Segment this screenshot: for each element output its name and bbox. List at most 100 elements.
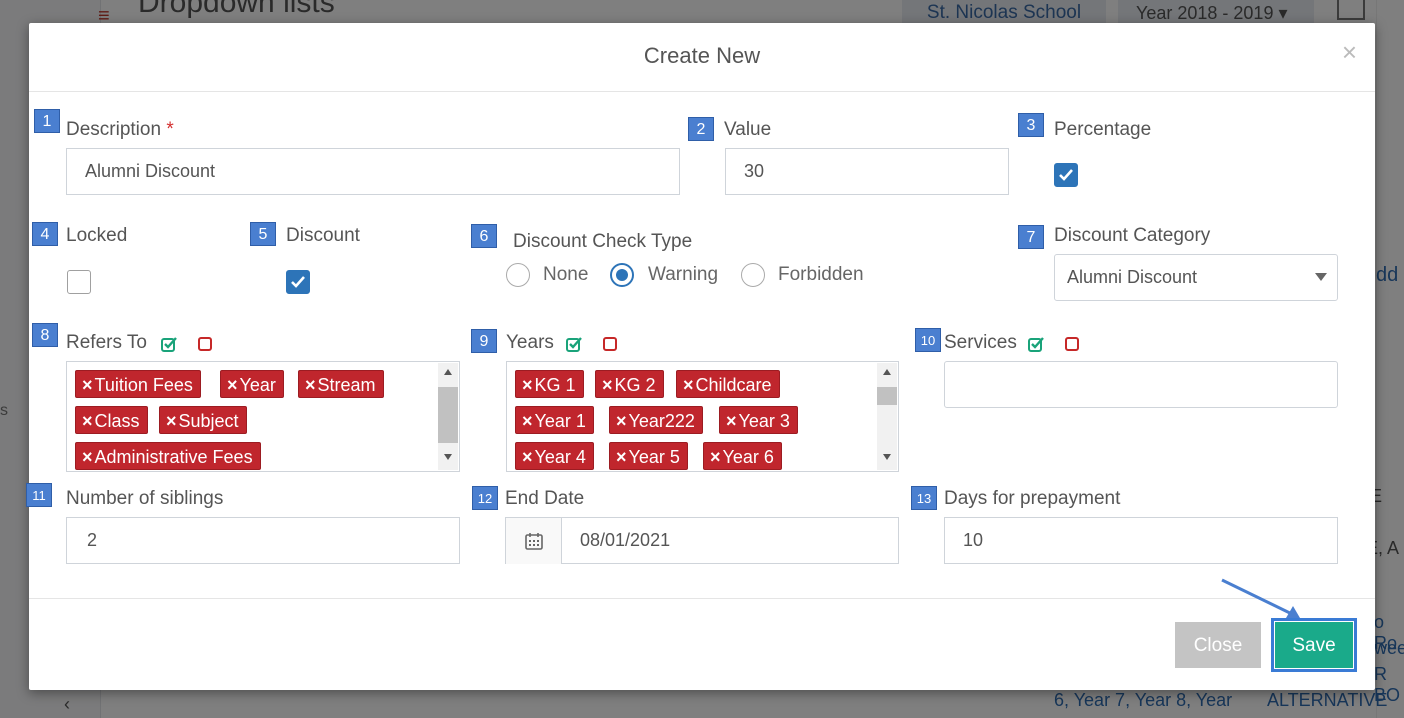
tag-year222[interactable]: × Year222 <box>609 406 703 434</box>
close-button[interactable]: Close <box>1175 622 1261 668</box>
discount-category-value: Alumni Discount <box>1067 267 1198 287</box>
calendar-button[interactable] <box>506 518 562 564</box>
scroll-up-icon[interactable] <box>883 369 891 375</box>
number-of-siblings-value: 2 <box>87 530 98 550</box>
modal-title: Create New <box>643 43 761 68</box>
locked-checkbox[interactable] <box>67 270 91 294</box>
step-badge-9: 9 <box>471 329 497 353</box>
remove-tag-icon[interactable]: × <box>227 375 238 395</box>
remove-tag-icon[interactable]: × <box>616 447 627 467</box>
tag-childcare[interactable]: × Childcare <box>676 370 780 398</box>
days-for-prepayment-value: 10 <box>963 530 984 550</box>
remove-tag-icon[interactable]: × <box>522 447 533 467</box>
description-value: Alumni Discount <box>85 161 216 181</box>
tag-kg-1[interactable]: × KG 1 <box>515 370 584 398</box>
tag-tuition-fees[interactable]: × Tuition Fees <box>75 370 201 398</box>
tag-stream[interactable]: × Stream <box>298 370 384 398</box>
radio-none[interactable] <box>506 263 530 287</box>
tag-administrative-fees[interactable]: × Administrative Fees <box>75 442 261 470</box>
tag-label: Stream <box>317 375 376 395</box>
tag-subject[interactable]: × Subject <box>159 406 247 434</box>
step-badge-3: 3 <box>1018 113 1044 137</box>
remove-tag-icon[interactable]: × <box>726 411 737 431</box>
days-for-prepayment-label: Days for prepayment <box>944 488 1121 509</box>
remove-tag-icon[interactable]: × <box>616 411 627 431</box>
step-badge-5: 5 <box>250 222 276 246</box>
radio-forbidden-label: Forbidden <box>778 264 864 285</box>
remove-tag-icon[interactable]: × <box>82 447 93 467</box>
step-badge-6: 6 <box>471 224 497 248</box>
remove-tag-icon[interactable]: × <box>522 411 533 431</box>
radio-warning[interactable] <box>610 263 634 287</box>
refers-to-scrollbar[interactable] <box>438 363 458 470</box>
tag-label: Year 1 <box>534 411 586 431</box>
remove-tag-icon[interactable]: × <box>602 375 613 395</box>
discount-category-label: Discount Category <box>1054 225 1211 246</box>
step-badge-1: 1 <box>34 109 60 133</box>
close-icon[interactable]: × <box>1342 39 1357 65</box>
tag-label: Year <box>239 375 276 395</box>
tag-year[interactable]: × Year <box>220 370 284 398</box>
days-for-prepayment-input[interactable]: 10 <box>944 517 1338 564</box>
scrollbar-thumb[interactable] <box>877 387 897 405</box>
services-multiselect[interactable] <box>944 361 1338 408</box>
remove-tag-icon[interactable]: × <box>82 375 93 395</box>
tag-year-4[interactable]: × Year 4 <box>515 442 594 470</box>
services-label: Services <box>944 332 1017 353</box>
remove-tag-icon[interactable]: × <box>710 447 721 467</box>
percentage-checkbox[interactable] <box>1054 163 1078 187</box>
select-all-icon[interactable] <box>1028 336 1044 352</box>
years-label: Years <box>506 332 554 353</box>
scrollbar-thumb[interactable] <box>438 387 458 443</box>
scroll-down-icon[interactable] <box>444 454 452 460</box>
select-all-icon[interactable] <box>566 336 582 352</box>
tag-label: Year 3 <box>738 411 790 431</box>
tag-year-5[interactable]: × Year 5 <box>609 442 688 470</box>
tag-year-3[interactable]: × Year 3 <box>719 406 798 434</box>
scroll-up-icon[interactable] <box>444 369 452 375</box>
clear-all-icon[interactable] <box>1065 337 1079 351</box>
refers-to-label: Refers To <box>66 332 147 353</box>
step-badge-10: 10 <box>915 328 941 352</box>
checkmark-icon <box>291 276 305 288</box>
tag-year-1[interactable]: × Year 1 <box>515 406 594 434</box>
tag-label: Tuition Fees <box>94 375 193 395</box>
years-scrollbar[interactable] <box>877 363 897 470</box>
step-badge-11: 11 <box>26 483 52 507</box>
select-all-icon[interactable] <box>161 336 177 352</box>
end-date-input[interactable]: 08/01/2021 <box>505 517 899 564</box>
remove-tag-icon[interactable]: × <box>166 411 177 431</box>
description-label-text: Description <box>66 119 162 140</box>
discount-checkbox[interactable] <box>286 270 310 294</box>
tag-label: Year 5 <box>628 447 680 467</box>
number-of-siblings-input[interactable]: 2 <box>66 517 460 564</box>
step-badge-12: 12 <box>472 486 498 510</box>
step-badge-7: 7 <box>1018 225 1044 249</box>
clear-all-icon[interactable] <box>603 337 617 351</box>
tag-year-6[interactable]: × Year 6 <box>703 442 782 470</box>
tag-label: KG 1 <box>534 375 576 395</box>
end-date-value: 08/01/2021 <box>580 530 671 550</box>
remove-tag-icon[interactable]: × <box>522 375 533 395</box>
radio-none-label: None <box>543 264 589 285</box>
tag-class[interactable]: × Class <box>75 406 148 434</box>
tag-label: Childcare <box>695 375 772 395</box>
modal-header: Create New × <box>29 23 1375 92</box>
description-input[interactable]: Alumni Discount <box>66 148 680 195</box>
tag-kg-2[interactable]: × KG 2 <box>595 370 664 398</box>
remove-tag-icon[interactable]: × <box>305 375 316 395</box>
scroll-down-icon[interactable] <box>883 454 891 460</box>
percentage-label: Percentage <box>1054 119 1152 140</box>
discount-category-select[interactable]: Alumni Discount <box>1054 254 1338 301</box>
remove-tag-icon[interactable]: × <box>683 375 694 395</box>
clear-all-icon[interactable] <box>198 337 212 351</box>
years-multiselect[interactable]: × KG 1 × KG 2 × Childcare × Year 1 × Year222 … <box>506 361 899 472</box>
step-badge-4: 4 <box>32 222 58 246</box>
radio-warning-label: Warning <box>648 264 719 285</box>
save-button[interactable]: Save <box>1271 618 1357 672</box>
remove-tag-icon[interactable]: × <box>82 411 93 431</box>
refers-to-multiselect[interactable]: × Tuition Fees × Year × Stream × Class × Subj… <box>66 361 460 472</box>
tag-label: Subject <box>178 411 239 431</box>
value-input[interactable]: 30 <box>725 148 1009 195</box>
radio-forbidden[interactable] <box>741 263 765 287</box>
